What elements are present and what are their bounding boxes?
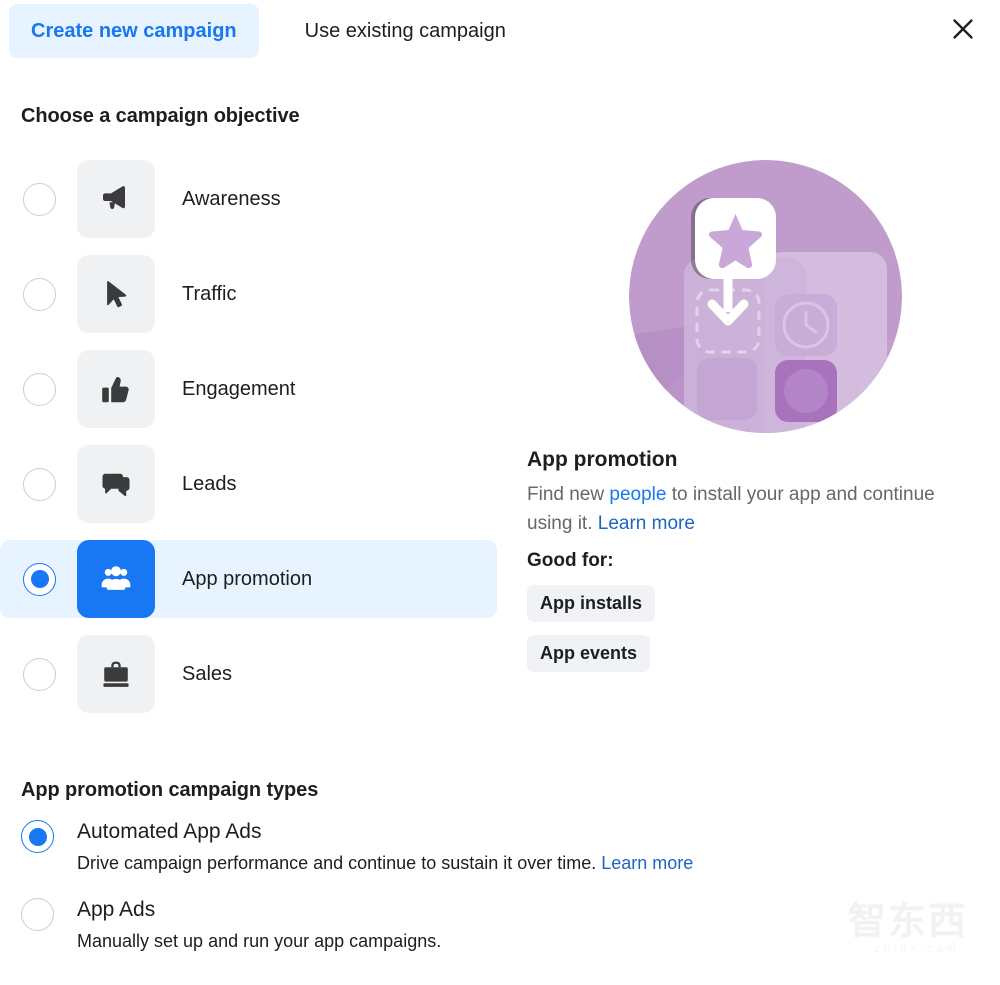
objective-label-engagement: Engagement	[182, 377, 296, 400]
radio-leads[interactable]	[23, 467, 56, 501]
campaign-types-title: App promotion campaign types	[21, 779, 319, 801]
tab-use-existing-campaign-label: Use existing campaign	[304, 19, 506, 42]
watermark-text: 智东西	[848, 901, 969, 943]
app-promotion-illustration-svg	[629, 160, 902, 433]
watermark: 智东西 zhidx.com	[848, 901, 986, 963]
objective-row-sales[interactable]: Sales	[0, 635, 497, 713]
radio-app-ads[interactable]	[21, 898, 54, 931]
radio-sales[interactable]	[23, 657, 56, 691]
objective-label-app-promotion: App promotion	[182, 567, 313, 590]
objective-row-app-promotion[interactable]: App promotion	[0, 540, 497, 618]
campaign-type-name-automated-app-ads: Automated App Ads	[77, 820, 262, 843]
tab-use-existing-campaign[interactable]: Use existing campaign	[283, 4, 528, 58]
campaign-type-text-app-ads: App Ads Manually set up and run your app…	[77, 896, 441, 953]
objective-section-title: Choose a campaign objective	[21, 105, 300, 127]
tab-create-new-campaign-label: Create new campaign	[31, 19, 237, 42]
campaign-type-desc-automated-app-ads: Drive campaign performance and continue …	[77, 851, 693, 875]
campaign-type-desc-text-1: Manually set up and run your app campaig…	[77, 931, 442, 951]
app-promotion-illustration	[629, 160, 902, 433]
close-button[interactable]	[942, 8, 984, 50]
campaign-type-text-automated-app-ads: Automated App Ads Drive campaign perform…	[77, 818, 693, 875]
objective-icon-tile-sales	[77, 635, 155, 713]
good-for-label: Good for:	[527, 550, 614, 571]
objective-icon-tile-engagement	[77, 350, 155, 428]
close-icon	[953, 19, 973, 39]
campaign-types-list: Automated App Ads Drive campaign perform…	[21, 818, 851, 974]
radio-engagement[interactable]	[23, 372, 56, 406]
radio-automated-app-ads[interactable]	[21, 820, 54, 853]
objective-label-leads: Leads	[182, 472, 237, 495]
objective-icon-tile-traffic	[77, 255, 155, 333]
people-group-icon	[101, 566, 131, 590]
detail-title: App promotion	[527, 448, 678, 471]
megaphone-icon	[103, 186, 125, 209]
cursor-arrow-icon	[107, 281, 127, 308]
tab-bar: Create new campaign Use existing campaig…	[0, 0, 1000, 62]
detail-description-part1: Find new	[527, 484, 610, 505]
thumbs-up-icon	[102, 376, 129, 403]
objective-label-awareness: Awareness	[182, 187, 281, 210]
campaign-type-desc-text-0: Drive campaign performance and continue …	[77, 853, 602, 873]
detail-description: Find new people to install your app and …	[527, 480, 947, 538]
good-for-chip-row-1: App installs	[527, 572, 977, 622]
people-link[interactable]: people	[609, 484, 666, 505]
objective-row-engagement[interactable]: Engagement	[0, 350, 497, 428]
good-for-chip-row-2: App events	[527, 622, 977, 672]
objective-row-traffic[interactable]: Traffic	[0, 255, 497, 333]
objective-row-awareness[interactable]: Awareness	[0, 160, 497, 238]
radio-traffic[interactable]	[23, 277, 56, 311]
objective-icon-tile-leads	[77, 445, 155, 523]
campaign-type-name-app-ads: App Ads	[77, 898, 156, 921]
learn-more-link-detail[interactable]: Learn more	[598, 513, 695, 534]
chip-app-installs: App installs	[527, 585, 656, 622]
objective-icon-tile-awareness	[77, 160, 155, 238]
radio-awareness[interactable]	[23, 182, 56, 216]
briefcase-icon	[103, 661, 129, 687]
objective-icon-tile-app-promotion	[77, 540, 155, 618]
objective-list: Awareness Traffic Engagement Leads App p…	[0, 160, 497, 730]
watermark-subtext: zhidx.com	[874, 943, 960, 955]
speech-bubbles-icon	[102, 473, 130, 497]
chip-app-events: App events	[527, 635, 651, 672]
objective-row-leads[interactable]: Leads	[0, 445, 497, 523]
radio-app-promotion[interactable]	[23, 562, 56, 596]
campaign-type-row-automated-app-ads[interactable]: Automated App Ads Drive campaign perform…	[21, 818, 851, 875]
campaign-type-row-app-ads[interactable]: App Ads Manually set up and run your app…	[21, 896, 851, 953]
objective-label-sales: Sales	[182, 662, 233, 685]
objective-label-traffic: Traffic	[182, 282, 237, 305]
campaign-type-desc-app-ads: Manually set up and run your app campaig…	[77, 929, 441, 953]
objective-detail-panel: App promotion Find new people to install…	[527, 160, 977, 672]
tab-create-new-campaign[interactable]: Create new campaign	[9, 4, 259, 58]
learn-more-link-automated-app-ads[interactable]: Learn more	[601, 853, 693, 873]
